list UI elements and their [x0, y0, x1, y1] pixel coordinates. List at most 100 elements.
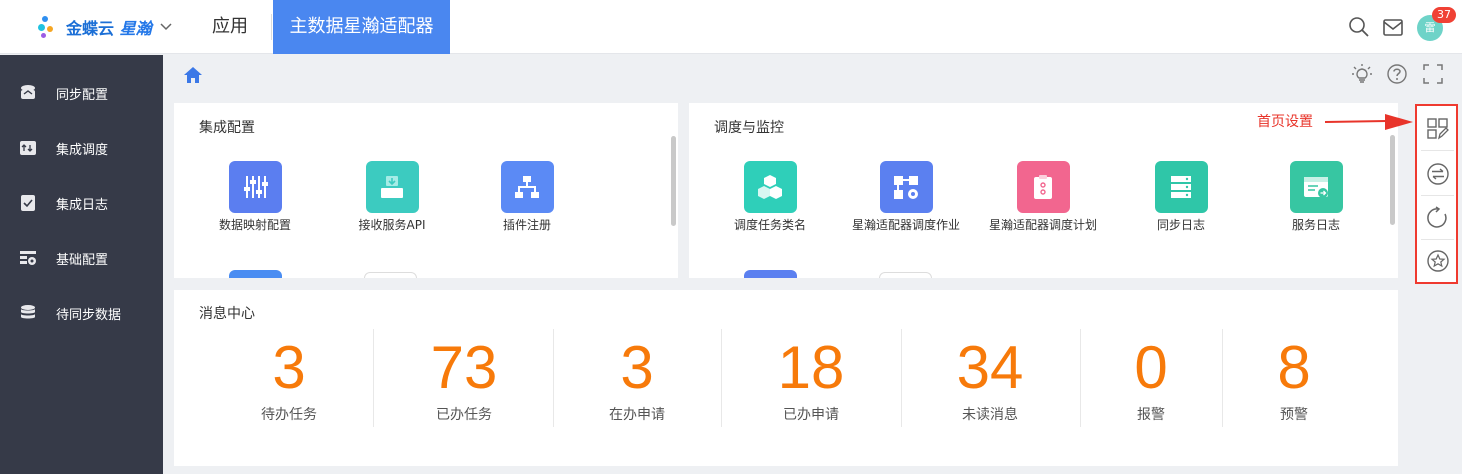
logo-product: 星瀚: [119, 19, 152, 38]
app-label: 星瀚适配器调度计划: [988, 218, 1097, 232]
search-icon[interactable]: [1348, 16, 1370, 38]
app-tile-partial: [364, 272, 417, 278]
stat-divider: [373, 329, 374, 427]
panel-title: 消息中心: [199, 306, 255, 322]
stat-label: 已办申请: [783, 407, 839, 423]
app-tile-partial: [229, 270, 282, 278]
stat-in-progress-apply[interactable]: 3 在办申请: [587, 330, 687, 424]
stat-done[interactable]: 73 已办任务: [414, 330, 514, 424]
integration-schedule-icon: [19, 139, 37, 157]
app-tile-sync-log[interactable]: 同步日志: [1126, 161, 1236, 233]
integration-log-icon: [19, 194, 37, 212]
stat-divider: [721, 329, 722, 427]
sidebar-item-label: 集成日志: [56, 197, 109, 213]
app-label: 接收服务API: [358, 218, 426, 232]
nav-app[interactable]: 应用: [190, 0, 270, 54]
stat-todo[interactable]: 3 待办任务: [239, 330, 339, 424]
stat-label: 未读消息: [962, 407, 1018, 423]
stat-value: 3: [620, 334, 654, 401]
floating-toolbar: [1415, 104, 1458, 284]
app-tile-service-log[interactable]: 服务日志: [1261, 161, 1371, 233]
favorite-star-icon[interactable]: [1426, 249, 1450, 273]
sidebar-item-pending-data[interactable]: 待同步数据: [0, 293, 163, 333]
help-icon[interactable]: [1386, 63, 1408, 85]
logo[interactable]: 金蝶云 星瀚: [38, 12, 172, 42]
app-tile-schedule-plan[interactable]: 星瀚适配器调度计划: [988, 161, 1098, 233]
clipboard-icon: [1016, 161, 1070, 213]
stat-label: 报警: [1137, 407, 1165, 423]
sync-config-icon: [19, 84, 37, 102]
stat-divider: [901, 329, 902, 427]
stat-label: 预警: [1280, 407, 1308, 423]
stat-divider: [1222, 329, 1223, 427]
sidebar-item-basic-config[interactable]: 基础配置: [0, 238, 163, 278]
cubes-icon: [743, 161, 797, 213]
integration-config-panel: 集成配置 数据映射配置 接收服务API 插件注册: [174, 103, 678, 278]
stat-done-apply[interactable]: 18 已办申请: [761, 330, 861, 424]
top-header: 金蝶云 星瀚 应用 主数据星瀚适配器 雷 37: [0, 0, 1462, 54]
app-tile-receive-api[interactable]: 接收服务API: [337, 161, 447, 233]
basic-config-icon: [19, 249, 37, 267]
panel-title: 集成配置: [199, 120, 255, 136]
fullscreen-icon[interactable]: [1422, 63, 1444, 85]
sidebar-item-integration-log[interactable]: 集成日志: [0, 183, 163, 223]
workflow-icon: [879, 161, 933, 213]
sidebar: 同步配置 集成调度 集成日志 基础配置 待同步数据: [0, 55, 163, 474]
app-tile-task-class[interactable]: 调度任务类名: [715, 161, 825, 233]
app-label: 星瀚适配器调度作业: [851, 218, 960, 232]
app-label: 插件注册: [502, 218, 551, 232]
service-log-icon: [1289, 161, 1343, 213]
app-tile-partial: [879, 272, 932, 278]
org-chart-icon: [500, 161, 554, 213]
app-label: 服务日志: [1291, 218, 1340, 232]
sidebar-item-label: 同步配置: [56, 87, 109, 103]
stat-divider: [553, 329, 554, 427]
app-tile-data-mapping[interactable]: 数据映射配置: [200, 161, 310, 233]
stat-warning[interactable]: 8 预警: [1244, 330, 1344, 424]
home-icon[interactable]: [183, 65, 203, 85]
sidebar-item-label: 待同步数据: [56, 307, 122, 323]
stat-label: 待办任务: [261, 407, 317, 423]
sidebar-item-label: 集成调度: [56, 142, 109, 158]
app-tile-plugin-register[interactable]: 插件注册: [472, 161, 582, 233]
stat-divider: [1080, 329, 1081, 427]
refresh-icon[interactable]: [1426, 206, 1450, 230]
tab-active-app[interactable]: 主数据星瀚适配器: [273, 0, 450, 54]
chevron-down-icon[interactable]: [160, 20, 172, 34]
stat-label: 在办申请: [609, 407, 665, 423]
toolbar-divider: [1421, 150, 1454, 151]
app-label: 同步日志: [1156, 218, 1205, 232]
inbox-icon: [365, 161, 419, 213]
stat-value: 0: [1134, 334, 1168, 401]
server-icon: [1154, 161, 1208, 213]
logo-mark-icon: [38, 14, 64, 40]
stat-unread[interactable]: 34 未读消息: [940, 330, 1040, 424]
lightbulb-icon[interactable]: [1351, 63, 1373, 85]
sliders-icon: [228, 161, 282, 213]
sidebar-item-sync-config[interactable]: 同步配置: [0, 73, 163, 113]
sidebar-item-integration-schedule[interactable]: 集成调度: [0, 128, 163, 168]
scrollbar[interactable]: [671, 136, 676, 226]
nav-divider: [271, 14, 272, 40]
database-icon: [19, 304, 37, 322]
panel-title: 调度与监控: [714, 120, 784, 136]
switch-icon[interactable]: [1426, 162, 1450, 186]
stat-value: 3: [272, 334, 306, 401]
toolbar-divider: [1421, 195, 1454, 196]
notification-badge: 37: [1432, 7, 1456, 23]
app-label: 调度任务类名: [733, 218, 806, 232]
stat-alarm[interactable]: 0 报警: [1101, 330, 1201, 424]
scrollbar[interactable]: [1390, 135, 1395, 225]
stat-value: 73: [430, 334, 498, 401]
logo-brand: 金蝶云: [66, 19, 115, 38]
stat-value: 18: [777, 334, 845, 401]
app-tile-schedule-job[interactable]: 星瀚适配器调度作业: [851, 161, 961, 233]
stat-value: 34: [956, 334, 1024, 401]
stat-label: 已办任务: [436, 407, 492, 423]
app-label: 数据映射配置: [218, 218, 291, 232]
stat-value: 8: [1277, 334, 1311, 401]
homepage-settings-icon[interactable]: [1426, 117, 1450, 141]
sidebar-item-label: 基础配置: [56, 252, 109, 268]
mail-icon[interactable]: [1382, 16, 1404, 38]
hint-arrow-icon: [1325, 114, 1413, 130]
